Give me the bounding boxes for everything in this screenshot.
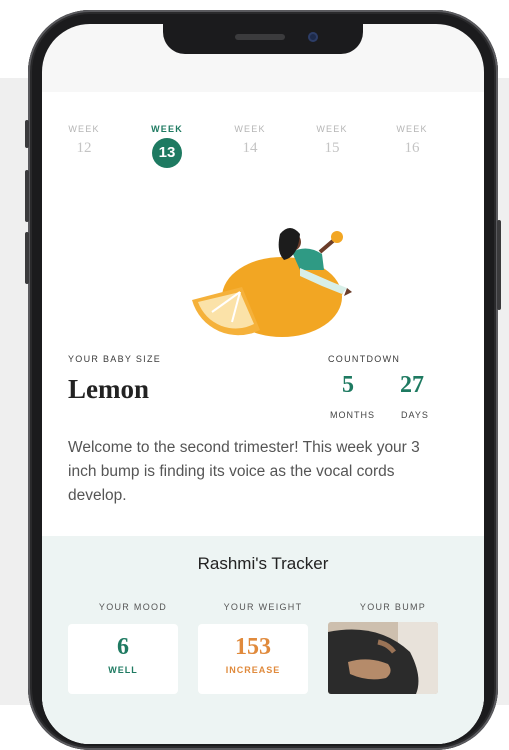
week-14-tab[interactable]: WEEK 14 bbox=[220, 124, 280, 157]
week-13-tab[interactable]: WEEK 13 bbox=[137, 124, 197, 168]
countdown-months-unit: MONTHS bbox=[330, 410, 375, 420]
baby-size-name: Lemon bbox=[68, 374, 149, 404]
week-label: WEEK bbox=[396, 124, 428, 134]
front-camera-icon bbox=[308, 32, 318, 42]
weight-label: YOUR WEIGHT bbox=[223, 602, 303, 612]
app-content: WEEK 12 WEEK 13 WEEK 14 WEEK 15 WEEK 16 … bbox=[42, 92, 484, 744]
mood-value: 6 bbox=[117, 634, 129, 660]
mood-card[interactable]: 6 WELL bbox=[68, 624, 178, 694]
week-label: WEEK bbox=[68, 124, 100, 134]
week-label: WEEK bbox=[234, 124, 266, 134]
bump-label: YOUR BUMP bbox=[359, 602, 427, 612]
week-16-tab[interactable]: WEEK 16 bbox=[382, 124, 442, 157]
woman-on-lemon-illustration bbox=[192, 228, 352, 337]
week-number: 15 bbox=[324, 140, 340, 156]
week-label: WEEK bbox=[151, 124, 183, 134]
volume-down-button bbox=[25, 232, 29, 284]
baby-size-label: YOUR BABY SIZE bbox=[68, 354, 162, 364]
week-label: WEEK bbox=[316, 124, 348, 134]
weight-value: 153 bbox=[235, 634, 271, 660]
week-number: 16 bbox=[404, 140, 420, 156]
countdown-label: COUNTDOWN bbox=[328, 354, 401, 364]
speaker-grille bbox=[235, 34, 285, 40]
mood-status: WELL bbox=[108, 665, 138, 675]
week-number: 14 bbox=[242, 140, 258, 156]
power-button bbox=[497, 220, 501, 310]
weight-status: INCREASE bbox=[225, 665, 281, 675]
week-selector: WEEK 12 WEEK 13 WEEK 14 WEEK 15 WEEK 16 bbox=[42, 124, 484, 176]
tracker-title: Rashmi's Tracker bbox=[197, 554, 329, 573]
mood-label: YOUR MOOD bbox=[98, 602, 168, 612]
week-number: 12 bbox=[76, 140, 92, 156]
week-15-tab[interactable]: WEEK 15 bbox=[302, 124, 362, 157]
phone-screen: WEEK 12 WEEK 13 WEEK 14 WEEK 15 WEEK 16 … bbox=[42, 24, 484, 744]
notch bbox=[163, 24, 363, 54]
weight-card[interactable]: 153 INCREASE bbox=[198, 624, 308, 694]
countdown-days-unit: DAYS bbox=[401, 410, 429, 420]
phone-frame: WEEK 12 WEEK 13 WEEK 14 WEEK 15 WEEK 16 … bbox=[25, 10, 501, 750]
tracker-section: Rashmi's Tracker YOUR MOOD YOUR WEIGHT Y… bbox=[42, 536, 484, 744]
bump-photo[interactable] bbox=[328, 622, 438, 694]
volume-up-button bbox=[25, 170, 29, 222]
week-12-tab[interactable]: WEEK 12 bbox=[54, 124, 114, 157]
countdown-days-value: 27 bbox=[400, 372, 424, 398]
week-description: Welcome to the second trimester! This we… bbox=[68, 439, 420, 504]
silent-switch bbox=[25, 120, 29, 148]
countdown-months-value: 5 bbox=[342, 372, 354, 398]
week-number-active: 13 bbox=[152, 138, 182, 168]
